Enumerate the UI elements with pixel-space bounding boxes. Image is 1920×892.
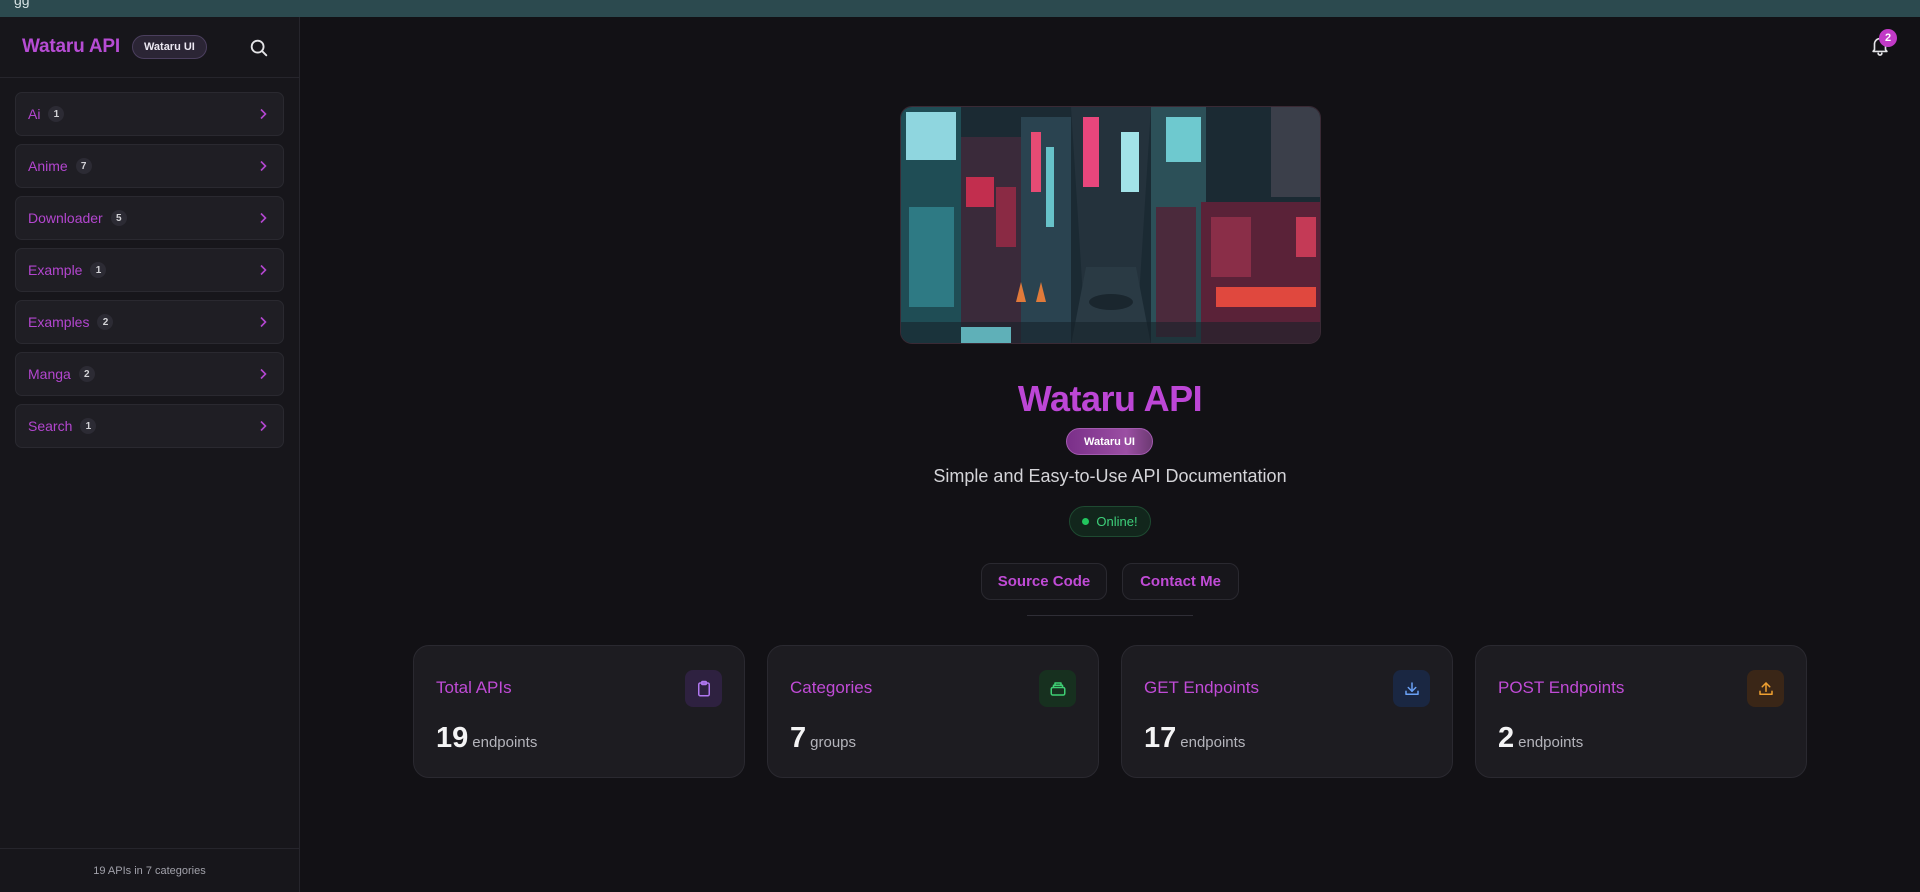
page-title: Wataru API [1017,378,1203,419]
category-count-badge: 1 [90,262,107,278]
chevron-right-icon [260,264,267,276]
status-dot [1082,518,1090,525]
page-subtitle: Simple and Easy-to-Use API Documentation [933,466,1287,486]
stat-card-value: 2 endpoints [1498,722,1584,754]
stat-card-categories: Categories 7 groups [767,645,1099,778]
status-badge: Online! [1069,506,1151,537]
category-count-badge: 7 [75,158,92,174]
sidebar-item-example[interactable]: Example 1 [15,248,284,292]
sidebar-item-downloader[interactable]: Downloader 5 [15,196,284,240]
search-icon[interactable] [248,37,270,59]
stat-card-value: 7 groups [790,722,857,754]
category-label: Example [28,262,83,278]
archive-icon [1039,670,1076,707]
source-code-button[interactable]: Source Code [981,563,1107,600]
sidebar: Wataru API Wataru UI Ai 1 Anime 7 Downlo… [0,17,300,892]
stat-card-title: Categories [790,678,873,697]
stat-card-title: GET Endpoints [1144,678,1259,697]
chevron-right-icon [260,212,267,224]
pixel-alley-illustration [901,107,1320,343]
sidebar-item-anime[interactable]: Anime 7 [15,144,284,188]
stat-card-get-endpoints: GET Endpoints 17 endpoints [1121,645,1453,778]
sidebar-item-ai[interactable]: Ai 1 [15,92,284,136]
sidebar-version-badge: Wataru UI [131,35,207,59]
top-strip-glyph: gg [14,0,30,8]
hero-version-badge: Wataru UI [1066,428,1153,455]
category-label: Search [28,418,73,434]
upload-icon [1747,670,1784,707]
stat-card-value: 17 endpoints [1144,722,1246,754]
hero-banner-image [900,106,1321,344]
stat-card-post-endpoints: POST Endpoints 2 endpoints [1475,645,1807,778]
category-label: Anime [28,158,68,174]
chevron-right-icon [260,420,267,432]
stat-card-value: 19 endpoints [436,722,538,754]
contact-me-button[interactable]: Contact Me [1122,563,1239,600]
sidebar-header: Wataru API Wataru UI [0,17,299,78]
download-icon [1393,670,1430,707]
category-count-badge: 5 [110,210,127,226]
status-text: Online! [1096,514,1138,529]
clipboard-icon [685,670,722,707]
chevron-right-icon [260,108,267,120]
stat-card-total-apis: Total APIs 19 endpoints [413,645,745,778]
category-label: Examples [28,314,90,330]
sidebar-item-examples[interactable]: Examples 2 [15,300,284,344]
sidebar-footer: 19 APIs in 7 categories [0,848,299,892]
category-count-badge: 1 [48,106,65,122]
sidebar-brand[interactable]: Wataru API [22,36,120,58]
category-label: Downloader [28,210,103,226]
chevron-right-icon [260,316,267,328]
chevron-right-icon [260,160,267,172]
browser-top-strip: gg [0,0,1920,17]
notification-badge: 2 [1879,29,1897,47]
stat-card-title: Total APIs [436,678,512,697]
category-count-badge: 1 [80,418,97,434]
category-label: Ai [28,106,41,122]
hero-divider [1027,615,1193,616]
stat-card-title: POST Endpoints [1498,678,1625,697]
category-count-badge: 2 [97,314,114,330]
